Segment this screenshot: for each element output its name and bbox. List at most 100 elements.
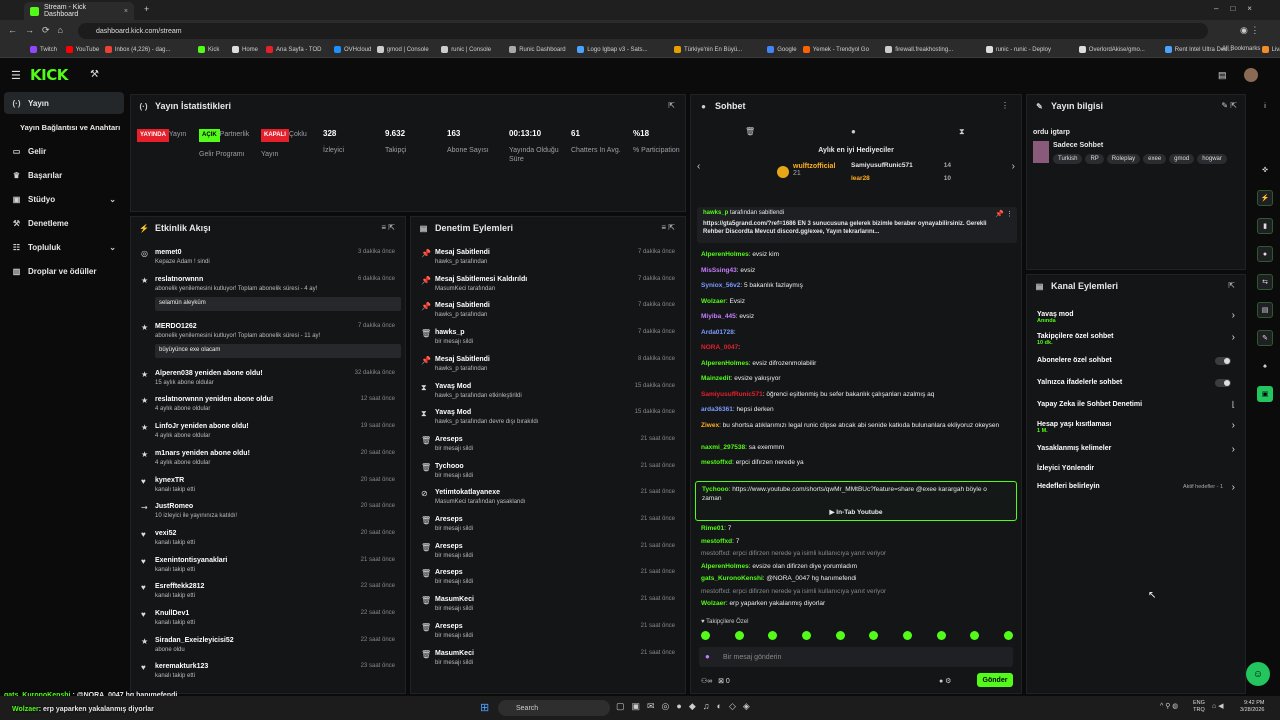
- chat-username[interactable]: AlperenHolmes: [701, 251, 749, 258]
- in-tab-youtube-button[interactable]: ▶ In-Tab Youtube: [696, 508, 1016, 516]
- highlighted-message[interactable]: Tychooo: https://www.youtube.com/shorts/…: [695, 481, 1017, 521]
- chat-username[interactable]: mestoffxd: [701, 459, 732, 466]
- chat-username[interactable]: Wolzaer: [701, 298, 726, 305]
- emote-icon[interactable]: [701, 631, 710, 640]
- chat-message[interactable]: AlperenHolmes: evsize olan difirzen diye…: [701, 563, 1019, 570]
- all-bookmarks[interactable]: All Bookmarks: [1222, 46, 1260, 52]
- toggle-switch[interactable]: [1215, 379, 1231, 387]
- chat-message[interactable]: Syniox_56v2: 5 bakanlık fazlaymış: [701, 282, 1019, 289]
- emote-icon[interactable]: [768, 631, 778, 640]
- sidebar-item[interactable]: ☷ Topluluk ⌄: [4, 236, 124, 258]
- emote-icon[interactable]: [902, 631, 912, 640]
- chat-message[interactable]: Mainzedit: evsize yakışıyor: [701, 375, 1019, 382]
- edit-popout-icons[interactable]: ✎ ⇱: [1221, 101, 1237, 110]
- popout-icon[interactable]: ⇱: [668, 101, 675, 110]
- chat-message[interactable]: MisSsing43: evsiz: [701, 267, 1019, 274]
- rail-button-icon[interactable]: ⚡: [1257, 190, 1273, 206]
- rail-button-icon[interactable]: ✜: [1257, 162, 1273, 178]
- chat-username[interactable]: mestoffxd: [701, 538, 732, 545]
- emote-icon[interactable]: [801, 631, 811, 640]
- stream-tag[interactable]: gmod: [1169, 154, 1195, 164]
- rail-button-icon[interactable]: ▮: [1257, 218, 1273, 234]
- clock[interactable]: 9:42 PM 3/28/2026: [1240, 700, 1264, 714]
- chevron-down-icon[interactable]: ⌄: [109, 243, 116, 252]
- stream-tag[interactable]: exee: [1143, 154, 1167, 164]
- avatar[interactable]: [1244, 68, 1258, 82]
- channel-action-item[interactable]: Yavaş mod Anında: [1037, 311, 1247, 324]
- chat-username[interactable]: Wolzaer: [701, 600, 726, 607]
- chat-points[interactable]: ⚇∞ ⊠ 0: [701, 677, 730, 685]
- bookmark-item[interactable]: OverlordAkise/gmo...: [1078, 46, 1145, 53]
- chat-username[interactable]: AlperenHolmes: [701, 563, 749, 570]
- close-tab-icon[interactable]: ×: [124, 8, 128, 15]
- chat-username[interactable]: arda36361: [701, 406, 733, 413]
- rail-button-icon[interactable]: ✎: [1257, 330, 1273, 346]
- chevron-down-icon[interactable]: ⌄: [109, 195, 116, 204]
- chevron-right-icon[interactable]: ›: [1232, 420, 1235, 431]
- chat-message[interactable]: Wolzaer: erp yaparken yakalanmış diyorla…: [701, 600, 1019, 607]
- channel-action-item[interactable]: Yapay Zeka ile Sohbet Denetimi: [1037, 401, 1247, 408]
- chat-input[interactable]: Bir mesaj gönderin: [699, 647, 1013, 667]
- bookmark-item[interactable]: YouTube: [65, 46, 99, 53]
- bookmark-item[interactable]: Runic Dashboard: [509, 46, 566, 53]
- bubble-icon[interactable]: ●: [851, 127, 856, 136]
- chat-username[interactable]: Miyiba_445: [701, 313, 736, 320]
- stream-tag[interactable]: Turkish: [1053, 154, 1083, 164]
- bookmark-item[interactable]: OVHcloud: [334, 46, 371, 53]
- emote-icon[interactable]: [734, 631, 744, 640]
- chat-username[interactable]: naxmi_297538: [701, 444, 745, 451]
- sidebar-item[interactable]: Yayın Bağlantısı ve Anahtarı: [4, 116, 124, 138]
- filter-popout-icons-2[interactable]: ≡ ⇱: [661, 223, 675, 232]
- chat-message[interactable]: mestoffxd: 7: [701, 538, 1019, 545]
- chevron-right-icon[interactable]: ›: [1232, 482, 1235, 493]
- channel-action-item[interactable]: Yasaklanmış kelimeler: [1037, 445, 1247, 452]
- bookmark-item[interactable]: Ana Sayfa - TOD: [266, 46, 321, 53]
- sidebar-item[interactable]: ▥ Droplar ve ödüller: [4, 260, 124, 282]
- bookmark-item[interactable]: Google: [767, 46, 797, 53]
- chat-message[interactable]: Rime01: 7: [701, 525, 1019, 532]
- chat-menu-icon[interactable]: ⋮: [1001, 101, 1009, 110]
- bookmark-item[interactable]: Inbox (4,226) - dag...: [104, 46, 171, 53]
- toggle-switch[interactable]: [1215, 357, 1231, 365]
- bookmark-item[interactable]: Twitch: [30, 46, 57, 53]
- chat-message[interactable]: mestoffxd: erpci difırzen nerede ya: [701, 459, 1019, 466]
- hourglass-icon[interactable]: ⧗: [959, 127, 965, 137]
- trash-icon[interactable]: 🗑: [745, 127, 755, 136]
- support-chat-icon[interactable]: ☺: [1246, 662, 1270, 686]
- chat-message[interactable]: gats_KuronoKenshi: @NORA_0047 hg hanımef…: [701, 575, 1019, 582]
- sidebar-item[interactable]: ▭ Gelir: [4, 140, 124, 162]
- mic-icon[interactable]: ●: [705, 652, 710, 661]
- taskbar-search[interactable]: Search: [498, 700, 610, 716]
- stream-tag[interactable]: hogwar: [1197, 154, 1227, 164]
- new-tab-icon[interactable]: +: [144, 4, 149, 14]
- chevron-right-icon[interactable]: ›: [1232, 444, 1235, 455]
- chat-username[interactable]: Mainzedit: [701, 375, 731, 382]
- pin-icon[interactable]: 📌 ⋮: [995, 210, 1013, 218]
- channel-action-item[interactable]: İzleyici Yönlendir: [1037, 465, 1247, 472]
- prev-arrow-icon[interactable]: ‹: [697, 161, 700, 172]
- profile-icon[interactable]: ◉ ⋮: [1240, 25, 1259, 36]
- network-volume-icons[interactable]: ⌂ ◀: [1212, 702, 1224, 710]
- chat-message[interactable]: Miyiba_445: evsiz: [701, 313, 1019, 320]
- hammer-icon[interactable]: ⚒: [90, 69, 99, 80]
- chat-username[interactable]: gats_KuronoKenshi: [701, 575, 763, 582]
- chat-message[interactable]: AlperenHolmes: evsiz kim: [701, 251, 1019, 258]
- sidebar-item[interactable]: ⚒ Denetleme: [4, 212, 124, 234]
- chat-username[interactable]: NORA_0047: [701, 344, 738, 351]
- taskbar-apps[interactable]: ▢▣✉◎●◆♫◐◇◈: [616, 701, 757, 712]
- browser-tab[interactable]: Stream - Kick Dashboard ×: [24, 2, 134, 20]
- chat-username[interactable]: Arda01728: [701, 329, 734, 336]
- bookmark-item[interactable]: Kick: [198, 46, 219, 53]
- bookmark-item[interactable]: runic | Console: [441, 46, 491, 53]
- rail-button-icon[interactable]: ♠: [1257, 358, 1273, 374]
- sidebar-item[interactable]: ♛ Başarılar: [4, 164, 124, 186]
- sidebar-item[interactable]: ▣ Stüdyo ⌄: [4, 188, 124, 210]
- rail-button-icon[interactable]: ▣: [1257, 386, 1273, 402]
- sidebar-item[interactable]: (·) Yayın: [4, 92, 124, 114]
- rail-button-icon[interactable]: ●: [1257, 246, 1273, 262]
- rail-button-icon[interactable]: ▤: [1257, 302, 1273, 318]
- bookmark-item[interactable]: Logo Igbap v3 - Sats...: [577, 46, 648, 53]
- bookmark-item[interactable]: gmod | Console: [376, 46, 429, 53]
- bookmark-item[interactable]: Yemek - Trendyol Go: [802, 46, 869, 53]
- channel-action-item[interactable]: Takipçilere özel sohbet 10 dk.: [1037, 333, 1247, 346]
